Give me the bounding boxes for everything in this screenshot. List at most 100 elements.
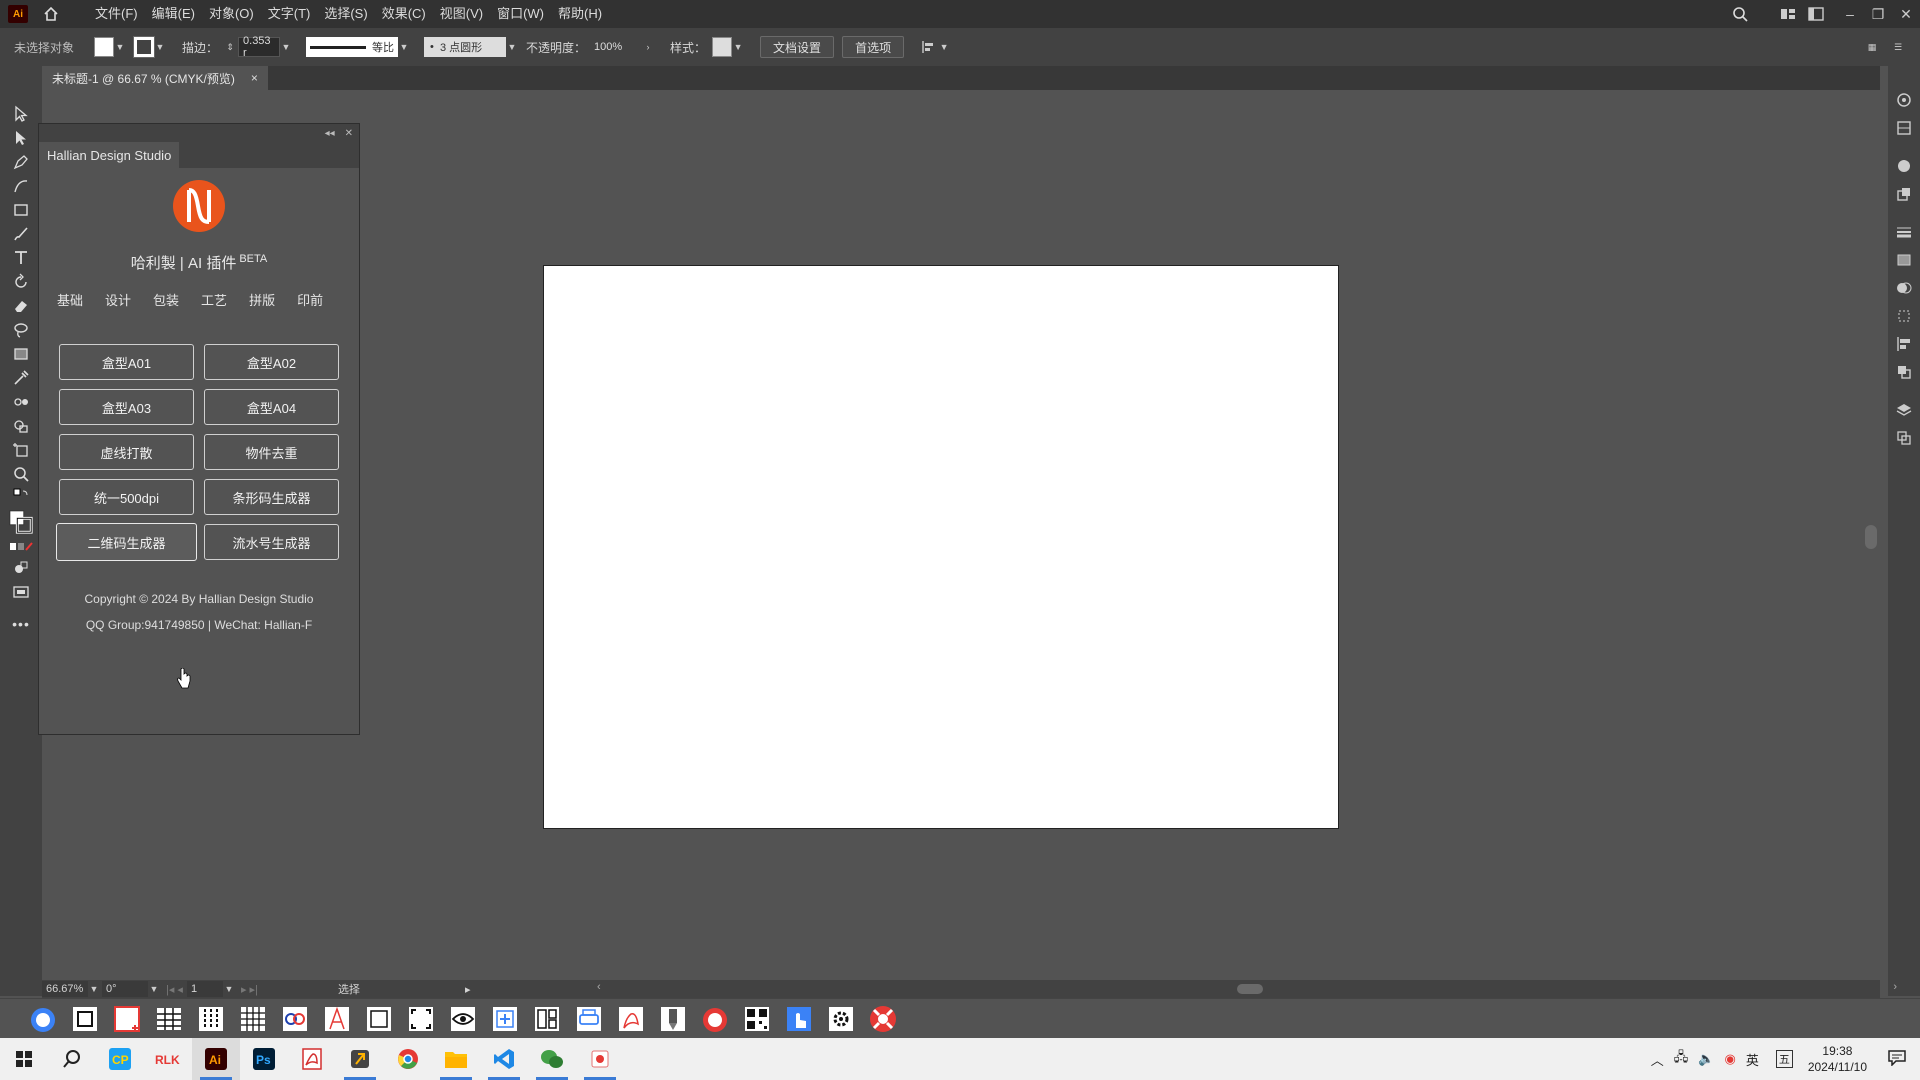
grid-dots-icon[interactable] <box>194 1002 228 1036</box>
horizontal-scrollbar[interactable]: ‹ › <box>597 981 1897 995</box>
curvature-tool-icon[interactable] <box>0 174 42 198</box>
fill-stroke-indicator[interactable] <box>0 506 42 538</box>
chevron-down-icon[interactable]: ▼ <box>506 37 518 57</box>
chevron-down-icon[interactable]: ▼ <box>223 979 235 999</box>
nav-basic[interactable]: 基础 <box>57 290 83 309</box>
rectangle-tool-icon[interactable] <box>0 198 42 222</box>
screen-mode-icon[interactable] <box>0 580 42 604</box>
fill-swatch[interactable] <box>94 37 114 57</box>
stroke-weight-input[interactable]: 0.353 r <box>238 35 281 59</box>
stepper-icon[interactable]: ⇕ <box>224 37 236 57</box>
chevron-right-icon[interactable]: › <box>642 37 654 57</box>
ime-mode[interactable]: 五 <box>1775 1050 1793 1068</box>
rotate-tool-icon[interactable] <box>0 270 42 294</box>
status-menu-icon[interactable]: ▸ <box>465 983 471 996</box>
antivirus-icon[interactable]: ◉ <box>1724 1051 1735 1067</box>
scroll-left-icon[interactable]: ‹ <box>597 981 601 993</box>
menu-file[interactable]: 文件(F) <box>88 0 145 28</box>
blend-tool-icon[interactable] <box>0 390 42 414</box>
vertical-scroll-thumb[interactable] <box>1865 525 1877 549</box>
search-icon[interactable] <box>1726 0 1754 28</box>
swatches-panel-icon[interactable] <box>1888 180 1920 208</box>
remove-duplicates-button[interactable]: 物件去重 <box>204 434 339 470</box>
libraries-icon[interactable] <box>1888 86 1920 114</box>
chevron-down-icon[interactable]: ▼ <box>280 37 292 57</box>
app-vector-icon[interactable] <box>336 1038 384 1080</box>
panel-tab[interactable]: Hallian Design Studio <box>39 142 180 168</box>
artboard-tool-icon[interactable] <box>0 438 42 462</box>
ime-language[interactable]: 英 <box>1746 1050 1759 1069</box>
box-a01-button[interactable]: 盒型A01 <box>59 344 194 380</box>
search-icon[interactable] <box>48 1038 96 1080</box>
menu-type[interactable]: 文字(T) <box>261 0 318 28</box>
preview-eye-icon[interactable] <box>446 1002 480 1036</box>
notifications-icon[interactable] <box>1888 1049 1906 1069</box>
lasso-tool-icon[interactable] <box>0 318 42 342</box>
app-cp-icon[interactable]: CP <box>96 1038 144 1080</box>
scroll-right-icon[interactable]: › <box>1893 981 1897 993</box>
chevron-down-icon[interactable]: ▼ <box>938 37 950 57</box>
paintbrush-tool-icon[interactable] <box>0 222 42 246</box>
menu-select[interactable]: 选择(S) <box>317 0 374 28</box>
stroke-panel-icon[interactable] <box>1888 218 1920 246</box>
app-rlk-icon[interactable]: RLK <box>144 1038 192 1080</box>
pen-tool-icon[interactable] <box>0 150 42 174</box>
first-artboard-icon[interactable]: |◂ ◂ <box>166 983 183 996</box>
table-layout-icon[interactable] <box>152 1002 186 1036</box>
properties-icon[interactable]: ▦ <box>1866 37 1878 57</box>
volume-icon[interactable]: 🔈 <box>1698 1051 1714 1067</box>
transform-panel-icon[interactable] <box>1888 302 1920 330</box>
chevron-down-icon[interactable]: ▼ <box>154 37 166 57</box>
zoom-tool-icon[interactable] <box>0 462 42 486</box>
eyedropper-tool-icon[interactable] <box>0 366 42 390</box>
close-panel-icon[interactable]: ✕ <box>345 128 353 139</box>
vscode-taskbar-icon[interactable] <box>480 1038 528 1080</box>
draw-mode-icon[interactable] <box>0 556 42 580</box>
chrome-taskbar-icon[interactable] <box>384 1038 432 1080</box>
menu-window[interactable]: 窗口(W) <box>490 0 551 28</box>
restore-icon[interactable]: ❐ <box>1864 0 1892 28</box>
chevron-down-icon[interactable]: ▼ <box>732 37 744 57</box>
file-explorer-icon[interactable] <box>432 1038 480 1080</box>
help-lifebuoy-icon[interactable] <box>866 1002 900 1036</box>
nav-packaging[interactable]: 包装 <box>153 290 179 309</box>
nav-design[interactable]: 设计 <box>105 290 131 309</box>
menu-help[interactable]: 帮助(H) <box>551 0 609 28</box>
layers-panel-icon[interactable] <box>1888 396 1920 424</box>
chevron-down-icon[interactable]: ▼ <box>148 979 160 999</box>
collapse-panel-icon[interactable]: ◂◂ <box>325 128 335 139</box>
network-icon[interactable]: 🖧 <box>1674 1048 1689 1070</box>
loop-shapes-icon[interactable] <box>278 1002 312 1036</box>
stroke-swatch[interactable] <box>133 36 155 58</box>
shape-builder-tool-icon[interactable] <box>0 414 42 438</box>
document-tab[interactable]: 未标题-1 @ 66.67 % (CMYK/预览) × <box>42 66 268 90</box>
artboards-panel-icon[interactable] <box>1888 424 1920 452</box>
brush-definition[interactable]: • 3 点圆形 <box>424 37 507 57</box>
preferences-button[interactable]: 首选项 <box>842 36 905 58</box>
minimize-icon[interactable]: – <box>1836 0 1864 28</box>
apple-red-icon[interactable] <box>698 1002 732 1036</box>
eraser-tool-icon[interactable] <box>0 294 42 318</box>
box-a03-button[interactable]: 盒型A03 <box>59 389 194 425</box>
crop-marks-icon[interactable] <box>404 1002 438 1036</box>
chevron-down-icon[interactable]: ▼ <box>114 37 126 57</box>
menu-effect[interactable]: 效果(C) <box>375 0 433 28</box>
wechat-taskbar-icon[interactable] <box>528 1038 576 1080</box>
clock[interactable]: 19:38 2024/11/10 <box>1808 1043 1867 1075</box>
pdf-icon[interactable] <box>614 1002 648 1036</box>
qrcode-generator-button[interactable]: 二维码生成器 <box>56 523 197 561</box>
opacity-input[interactable]: 100% <box>590 37 639 57</box>
arrange-documents-icon[interactable] <box>1802 0 1830 28</box>
qr-code-icon[interactable] <box>740 1002 774 1036</box>
blank-page-icon[interactable] <box>362 1002 396 1036</box>
color-panel-icon[interactable] <box>1888 152 1920 180</box>
split-columns-icon[interactable] <box>530 1002 564 1036</box>
barcode-generator-button[interactable]: 条形码生成器 <box>204 479 339 515</box>
artboard-number-field[interactable]: 1 <box>186 981 223 997</box>
photoshop-taskbar-icon[interactable]: Ps <box>240 1038 288 1080</box>
chevron-down-icon[interactable]: ▼ <box>88 979 100 999</box>
menu-object[interactable]: 对象(O) <box>202 0 261 28</box>
variable-width-profile[interactable]: 等比 <box>306 37 399 57</box>
serial-number-generator-button[interactable]: 流水号生成器 <box>204 524 339 560</box>
grid-table-icon[interactable] <box>236 1002 270 1036</box>
